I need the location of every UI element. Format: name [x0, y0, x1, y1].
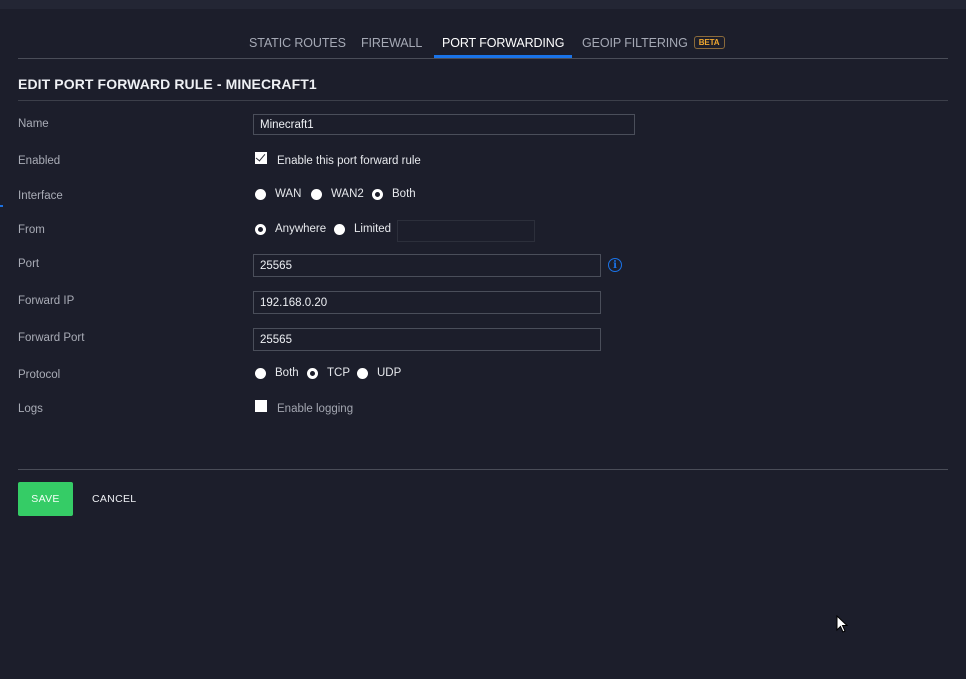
tab-label: STATIC ROUTES — [249, 36, 346, 50]
tab-label: FIREWALL — [361, 36, 423, 50]
radio-label: Limited — [354, 223, 392, 235]
interface-wan2-radio[interactable] — [311, 188, 322, 200]
protocol-udp-radio[interactable] — [357, 367, 368, 379]
forward-port-label: Forward Port — [18, 332, 85, 344]
name-label: Name — [18, 118, 49, 130]
radio-label: Anywhere — [275, 223, 327, 235]
port-input[interactable] — [253, 254, 601, 277]
radio-label: WAN — [275, 188, 302, 200]
protocol-both-radio[interactable] — [255, 367, 266, 379]
tab-static-routes[interactable]: STATIC ROUTES — [249, 30, 346, 58]
radio-label: Both — [275, 367, 299, 379]
logs-checkbox[interactable] — [255, 400, 267, 412]
protocol-both-option[interactable]: Both — [255, 367, 299, 379]
from-anywhere-option[interactable]: Anywhere — [255, 223, 326, 235]
from-limited-input[interactable] — [397, 220, 535, 242]
cancel-button[interactable]: CANCEL — [92, 482, 136, 516]
tab-port-forwarding[interactable]: PORT FORWARDING — [433, 30, 573, 58]
interface-wan2-option[interactable]: WAN2 — [311, 188, 364, 200]
mouse-cursor-icon — [836, 615, 848, 633]
radio-label: TCP — [327, 367, 350, 379]
from-anywhere-radio[interactable] — [255, 223, 266, 235]
tabs-divider — [18, 58, 948, 59]
forward-ip-label: Forward IP — [18, 295, 75, 307]
forward-ip-input[interactable] — [253, 291, 601, 314]
from-limited-radio[interactable] — [334, 223, 345, 235]
protocol-tcp-option[interactable]: TCP — [307, 367, 350, 379]
interface-wan-option[interactable]: WAN — [255, 188, 301, 200]
forward-port-input[interactable] — [253, 328, 601, 351]
logs-label: Logs — [18, 403, 43, 415]
radio-label: WAN2 — [331, 188, 364, 200]
logs-checkbox-label: Enable logging — [277, 403, 354, 415]
enabled-checkbox[interactable] — [255, 152, 267, 164]
enabled-checkbox-label: Enable this port forward rule — [277, 155, 421, 167]
beta-badge: BETA — [693, 36, 725, 49]
tab-firewall[interactable]: FIREWALL — [361, 30, 422, 58]
interface-label: Interface — [18, 190, 63, 202]
side-indicator — [0, 205, 3, 207]
name-input[interactable] — [253, 114, 635, 135]
top-bar — [0, 0, 966, 9]
logs-option[interactable]: Enable logging — [255, 400, 354, 415]
enabled-label: Enabled — [18, 155, 61, 167]
protocol-label: Protocol — [18, 369, 61, 381]
enabled-option[interactable]: Enable this port forward rule — [255, 152, 421, 167]
save-button[interactable]: SAVE — [18, 482, 73, 516]
protocol-tcp-radio[interactable] — [307, 367, 318, 379]
from-limited-option[interactable]: Limited — [334, 223, 391, 235]
info-icon[interactable]: i — [608, 258, 622, 272]
tab-bar: STATIC ROUTES FIREWALL PORT FORWARDING G… — [0, 30, 948, 58]
interface-both-radio[interactable] — [372, 188, 383, 200]
from-label: From — [18, 224, 45, 236]
tab-label: PORT FORWARDING — [442, 36, 565, 50]
page-title: EDIT PORT FORWARD RULE - MINECRAFT1 — [18, 76, 317, 92]
title-divider — [18, 100, 948, 101]
interface-both-option[interactable]: Both — [372, 188, 416, 200]
tab-geoip-filtering[interactable]: GEOIP FILTERING BETA — [582, 30, 725, 58]
tab-label: GEOIP FILTERING — [582, 36, 688, 50]
radio-label: UDP — [377, 367, 402, 379]
radio-label: Both — [392, 188, 416, 200]
interface-wan-radio[interactable] — [255, 188, 266, 200]
protocol-udp-option[interactable]: UDP — [357, 367, 401, 379]
port-label: Port — [18, 258, 40, 270]
actions-divider — [18, 469, 948, 470]
